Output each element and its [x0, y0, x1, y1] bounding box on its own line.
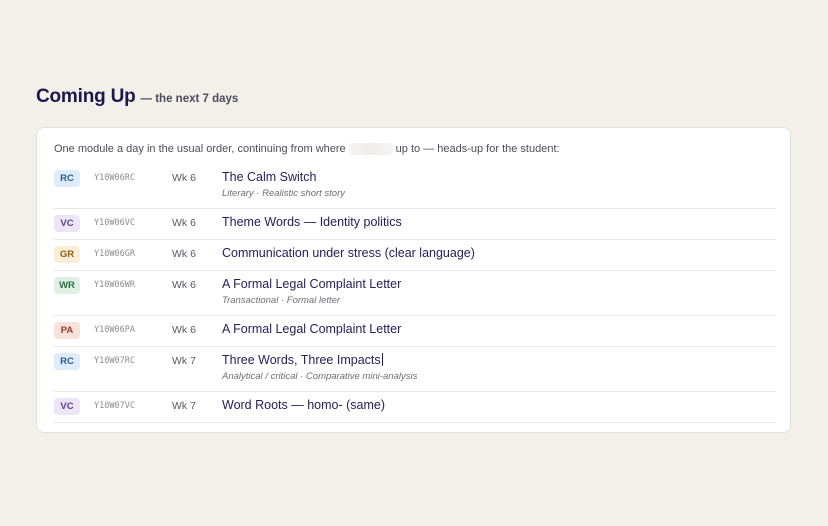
intro-text-after: up to — heads-up for the student: [395, 143, 560, 155]
module-title[interactable]: Communication under stress (clear langua… [222, 246, 475, 260]
module-meta: Transactional · Formal letter [222, 295, 341, 306]
module-week: Wk 6 [172, 279, 196, 291]
section-heading: Coming Up — the next 7 days [36, 86, 238, 108]
module-title-wrap: A Formal Legal Complaint Letter [222, 322, 401, 336]
module-row[interactable]: WR Y10W06WR Wk 6 A Formal Legal Complaint L… [54, 271, 776, 316]
module-title[interactable]: The Calm Switch [222, 170, 316, 184]
module-code: Y10W06GR [94, 249, 135, 259]
module-title-wrap: Theme Words — Identity politics [222, 215, 402, 229]
module-title[interactable]: Word Roots — homo- (same) [222, 398, 385, 412]
module-week: Wk 6 [172, 324, 196, 336]
module-title[interactable]: Theme Words — Identity politics [222, 215, 402, 229]
module-list: RC Y10W06RC Wk 6 The Calm Switch Literary · … [54, 164, 776, 423]
module-type-badge: PA [54, 322, 80, 339]
module-type-badge: GR [54, 246, 80, 263]
module-title[interactable]: Three Words, Three Impacts [222, 353, 381, 367]
module-meta: Analytical / critical · Comparative mini… [222, 371, 418, 382]
module-row[interactable]: RC Y10W06RC Wk 6 The Calm Switch Literary · … [54, 164, 776, 209]
module-meta: Literary · Realistic short story [222, 188, 346, 199]
module-title-wrap: A Formal Legal Complaint Letter [222, 277, 401, 291]
module-code: Y10W07RC [94, 356, 135, 366]
module-week: Wk 6 [172, 248, 196, 260]
module-week: Wk 7 [172, 400, 196, 412]
module-row[interactable]: VC Y10W07VC Wk 7 Word Roots — homo- (same) [54, 392, 776, 423]
module-code: Y10W06WR [94, 280, 135, 290]
module-week: Wk 6 [172, 217, 196, 229]
coming-up-card: One module a day in the usual order, con… [36, 127, 791, 433]
module-type-badge: RC [54, 353, 80, 370]
module-row[interactable]: GR Y10W06GR Wk 6 Communication under stress… [54, 240, 776, 271]
module-type-badge: VC [54, 215, 80, 232]
module-code: Y10W06RC [94, 173, 135, 183]
intro-text-before: One module a day in the usual order, con… [54, 143, 346, 155]
page-subtitle: — the next 7 days [140, 93, 239, 105]
module-title-wrap: The Calm Switch [222, 170, 316, 184]
module-title-wrap: Word Roots — homo- (same) [222, 398, 385, 412]
module-type-badge: VC [54, 398, 80, 415]
module-title[interactable]: A Formal Legal Complaint Letter [222, 322, 401, 336]
module-type-badge: RC [54, 170, 80, 187]
module-row[interactable]: RC Y10W07RC Wk 7 Three Words, Three Impacts… [54, 347, 776, 392]
intro-text: One module a day in the usual order, con… [54, 143, 560, 155]
module-title-wrap: Communication under stress (clear langua… [222, 246, 475, 260]
module-title-wrap: Three Words, Three Impacts [222, 353, 383, 367]
text-cursor [381, 353, 383, 366]
module-code: Y10W06PA [94, 325, 135, 335]
module-row[interactable]: VC Y10W06VC Wk 6 Theme Words — Identity pol… [54, 209, 776, 240]
redacted-name [348, 143, 393, 155]
page-title: Coming Up [36, 86, 136, 107]
module-code: Y10W07VC [94, 401, 135, 411]
module-title[interactable]: A Formal Legal Complaint Letter [222, 277, 401, 291]
module-type-badge: WR [54, 277, 80, 294]
module-row[interactable]: PA Y10W06PA Wk 6 A Formal Legal Complaint L… [54, 316, 776, 347]
module-week: Wk 6 [172, 172, 196, 184]
module-code: Y10W06VC [94, 218, 135, 228]
module-week: Wk 7 [172, 355, 196, 367]
